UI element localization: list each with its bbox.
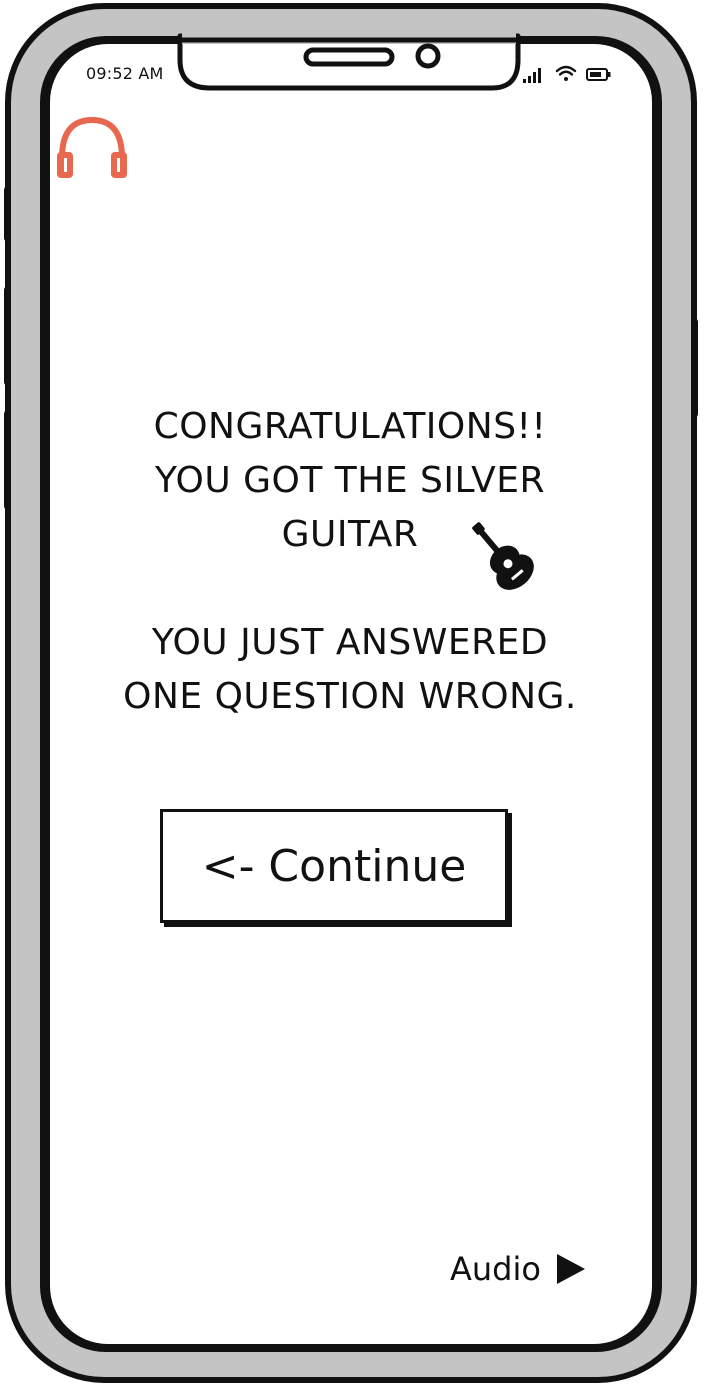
message-spacer	[60, 562, 640, 616]
wifi-icon	[555, 65, 577, 81]
status-time: 09:52 AM	[86, 64, 164, 83]
result-message: CONGRATULATIONS!! YOU GOT THE SILVER GUI…	[60, 400, 640, 724]
guitar-icon	[472, 522, 534, 590]
answer-summary-line-1: YOU JUST ANSWERED	[151, 622, 549, 663]
award-name-line: GUITAR	[281, 514, 419, 555]
congratulations-line: CONGRATULATIONS!!	[153, 406, 547, 447]
headphones-icon[interactable]	[54, 112, 130, 182]
answer-summary-line-2: ONE QUESTION WRONG.	[123, 676, 577, 717]
continue-button[interactable]: <- Continue	[160, 809, 508, 923]
audio-control[interactable]: Audio	[450, 1248, 587, 1290]
award-line: YOU GOT THE SILVER	[154, 460, 546, 501]
play-icon[interactable]	[555, 1252, 587, 1286]
status-icons	[523, 65, 611, 83]
audio-label: Audio	[450, 1250, 541, 1288]
signal-icon	[523, 68, 541, 83]
battery-icon	[586, 68, 611, 81]
app-screen: 09:52 AM CONGRATULATIONS!! YOU GOT THE S…	[0, 0, 704, 1388]
